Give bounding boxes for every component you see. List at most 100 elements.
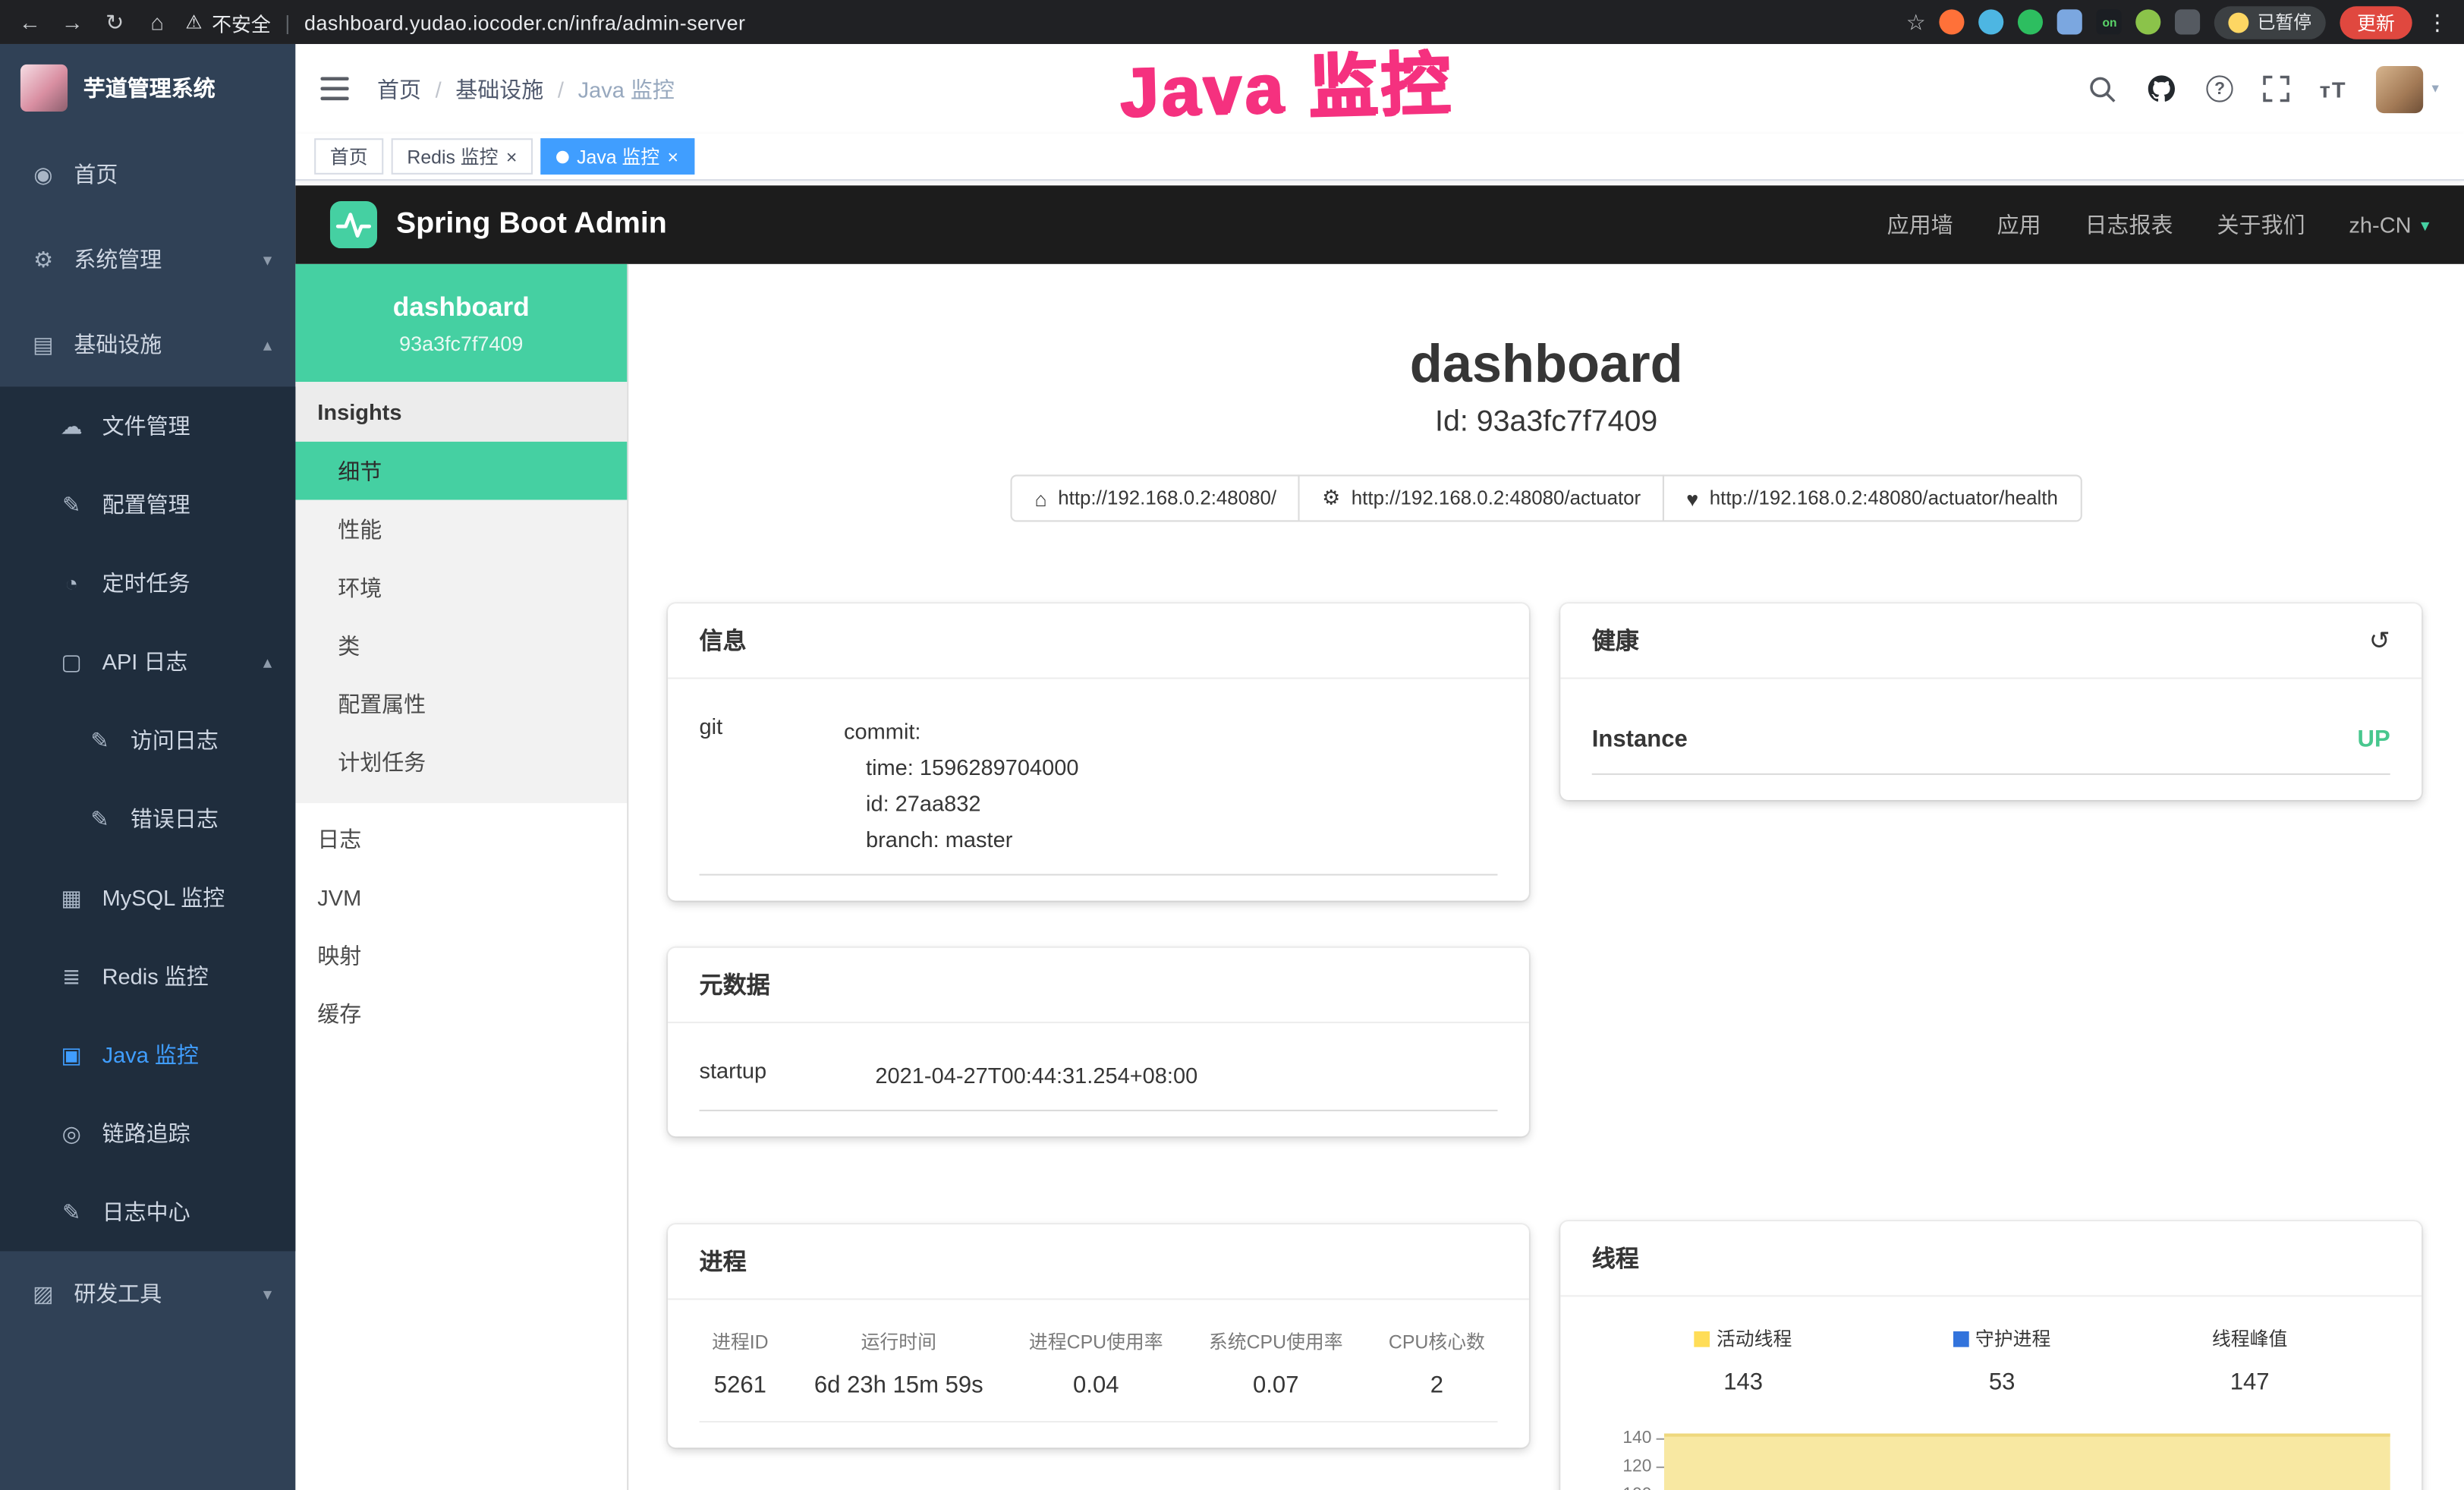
back-icon[interactable]: ← — [16, 9, 44, 34]
sba-navbar: Spring Boot Admin 应用墙 应用 日志报表 关于我们 zh-CN… — [295, 185, 2464, 264]
history-icon[interactable]: ↺ — [2369, 625, 2390, 656]
sidebar-collapse-icon[interactable] — [320, 77, 348, 100]
fox-extension-icon[interactable] — [1940, 9, 1965, 34]
grid-extension-icon[interactable] — [2058, 9, 2083, 34]
sba-sidebar-items: 日志 JVM 映射 缓存 — [295, 803, 627, 1042]
instance-links: ⌂ http://192.168.0.2:48080/ ⚙ http://192… — [628, 474, 2464, 521]
sba-item-classes[interactable]: 类 — [295, 616, 627, 675]
paused-badge[interactable]: 已暂停 — [2215, 5, 2326, 38]
sidebar-item-dev-tools[interactable]: ▨ 研发工具 ▾ — [0, 1251, 295, 1336]
chevron-up-icon: ▴ — [263, 334, 272, 354]
instance-health-link[interactable]: ♥ http://192.168.0.2:48080/actuator/heal… — [1663, 474, 2082, 521]
legend-label: 活动线程 — [1717, 1325, 1792, 1352]
update-button[interactable]: 更新 — [2340, 5, 2412, 38]
sidebar-item-api-log[interactable]: ▢ API 日志 ▴ — [0, 622, 295, 701]
green-extension-icon[interactable] — [2019, 9, 2044, 34]
sidebar-item-file-mgmt[interactable]: ☁ 文件管理 — [0, 386, 295, 465]
chevron-down-icon: ▾ — [2421, 215, 2429, 235]
fullscreen-icon[interactable] — [2263, 75, 2289, 102]
legend-peak-threads: 线程峰值 147 — [2212, 1325, 2287, 1396]
address-bar-url[interactable]: dashboard.yudao.iocoder.cn/infra/admin-s… — [304, 10, 745, 33]
tab-redis-monitor[interactable]: Redis 监控 × — [392, 138, 533, 175]
sba-item-configprops[interactable]: 配置属性 — [295, 674, 627, 732]
git-time-line: time: 1596289704000 — [844, 750, 1497, 786]
process-stat: 运行时间 6d 23h 15m 59s — [814, 1328, 983, 1399]
close-icon[interactable]: × — [668, 147, 679, 166]
sba-locale-select[interactable]: zh-CN ▾ — [2349, 213, 2429, 238]
sba-item-details[interactable]: 细节 — [295, 442, 627, 500]
forward-icon[interactable]: → — [58, 9, 87, 34]
sidebar-item-label: 配置管理 — [102, 489, 190, 520]
sba-item-caches[interactable]: 缓存 — [295, 984, 627, 1042]
header-actions: ? тT ▾ — [2088, 65, 2439, 112]
stat-value: 6d 23h 15m 59s — [814, 1372, 983, 1399]
sba-nav-about[interactable]: 关于我们 — [2217, 209, 2305, 240]
avatar-image — [2377, 65, 2424, 112]
instance-name: dashboard — [393, 291, 530, 323]
sidebar-item-home[interactable]: ◉ 首页 — [0, 132, 295, 217]
github-icon[interactable] — [2147, 74, 2176, 103]
site-security-chip[interactable]: ⚠ 不安全 — [185, 7, 270, 36]
drop-extension-icon[interactable] — [1979, 9, 2004, 34]
sidebar-item-infrastructure[interactable]: ▤ 基础设施 ▴ — [0, 302, 295, 387]
search-icon[interactable] — [2088, 74, 2116, 102]
leaf-extension-icon[interactable] — [2136, 9, 2161, 34]
breadcrumb-home[interactable]: 首页 — [377, 73, 421, 104]
breadcrumb-current: Java 监控 — [578, 73, 675, 104]
font-size-icon[interactable]: тT — [2320, 76, 2347, 101]
sidebar-item-log-center[interactable]: ✎ 日志中心 — [0, 1173, 295, 1252]
instance-root-link[interactable]: ⌂ http://192.168.0.2:48080/ — [1011, 474, 1300, 521]
y-tick-label: 140 — [1622, 1429, 1651, 1447]
git-commit-line: commit: — [844, 713, 1497, 750]
sba-nav-journal[interactable]: 日志报表 — [2085, 209, 2173, 240]
on-badge-extension-icon[interactable]: on — [2097, 9, 2122, 34]
process-stat: 进程CPU使用率 0.04 — [1029, 1328, 1163, 1399]
app-logo[interactable]: 芋道管理系统 — [0, 44, 295, 132]
sba-item-jvm[interactable]: JVM — [295, 868, 627, 926]
sidebar-item-redis-monitor[interactable]: ≣ Redis 监控 — [0, 937, 295, 1016]
sidebar-item-access-log[interactable]: ✎ 访问日志 — [0, 701, 295, 780]
sba-brand[interactable]: Spring Boot Admin — [330, 201, 667, 248]
sba-item-metrics[interactable]: 性能 — [295, 500, 627, 559]
edit-icon: ✎ — [58, 1199, 85, 1225]
screen: ← → ↻ ⌂ ⚠ 不安全 | dashboard.yudao.iocoder.… — [0, 0, 2464, 1490]
edit-icon: ✎ — [87, 727, 113, 754]
sidebar-item-label: 首页 — [74, 159, 118, 190]
reload-icon[interactable]: ↻ — [101, 8, 129, 35]
y-tick-label: 120 — [1622, 1457, 1651, 1476]
legend-active-threads: 活动线程 143 — [1695, 1325, 1792, 1396]
health-row-label: Instance — [1592, 726, 1688, 753]
close-icon[interactable]: × — [506, 147, 518, 166]
breadcrumb-infra[interactable]: 基础设施 — [455, 73, 543, 104]
sidebar-item-scheduled-jobs[interactable]: ◔ 定时任务 — [0, 543, 295, 622]
tab-java-monitor[interactable]: Java 监控 × — [540, 138, 694, 175]
sidebar-item-config-mgmt[interactable]: ✎ 配置管理 — [0, 465, 295, 544]
yellow-swatch-icon — [1695, 1331, 1710, 1347]
sidebar-item-java-monitor[interactable]: ▣ Java 监控 — [0, 1016, 295, 1095]
help-icon[interactable]: ? — [2207, 75, 2233, 102]
sidebar-item-system-mgmt[interactable]: ⚙ 系统管理 ▾ — [0, 217, 295, 302]
browser-menu-icon[interactable]: ⋮ — [2426, 8, 2448, 35]
breadcrumb: 首页 / 基础设施 / Java 监控 — [377, 73, 675, 104]
health-instance-row: Instance UP — [1592, 704, 2390, 775]
app-title: 芋道管理系统 — [83, 72, 216, 103]
sba-item-mappings[interactable]: 映射 — [295, 926, 627, 984]
tab-home[interactable]: 首页 — [314, 138, 383, 175]
sidebar-item-mysql-monitor[interactable]: ▦ MySQL 监控 — [0, 858, 295, 937]
user-avatar[interactable]: ▾ — [2377, 65, 2439, 112]
browser-home-icon[interactable]: ⌂ — [143, 9, 171, 34]
puzzle-extension-icon[interactable] — [2176, 9, 2201, 34]
sidebar-item-error-log[interactable]: ✎ 错误日志 — [0, 780, 295, 858]
instance-actuator-link[interactable]: ⚙ http://192.168.0.2:48080/actuator — [1298, 474, 1664, 521]
admin-main: 首页 / 基础设施 / Java 监控 ? тT — [295, 44, 2464, 1490]
sba-item-scheduled-tasks[interactable]: 计划任务 — [295, 732, 627, 791]
sba-item-logfile[interactable]: 日志 — [295, 809, 627, 868]
bookmark-star-icon[interactable]: ☆ — [1906, 8, 1926, 35]
sidebar-item-tracing[interactable]: ◎ 链路追踪 — [0, 1094, 295, 1173]
sba-nav-links: 应用墙 应用 日志报表 关于我们 zh-CN ▾ — [1887, 209, 2430, 240]
health-card: 健康 ↺ Instance UP — [1560, 603, 2422, 800]
sba-item-environment[interactable]: 环境 — [295, 558, 627, 616]
sba-nav-wallboard[interactable]: 应用墙 — [1887, 209, 1953, 240]
legend-label: 守护进程 — [1975, 1325, 2050, 1352]
sba-nav-applications[interactable]: 应用 — [1997, 209, 2041, 240]
